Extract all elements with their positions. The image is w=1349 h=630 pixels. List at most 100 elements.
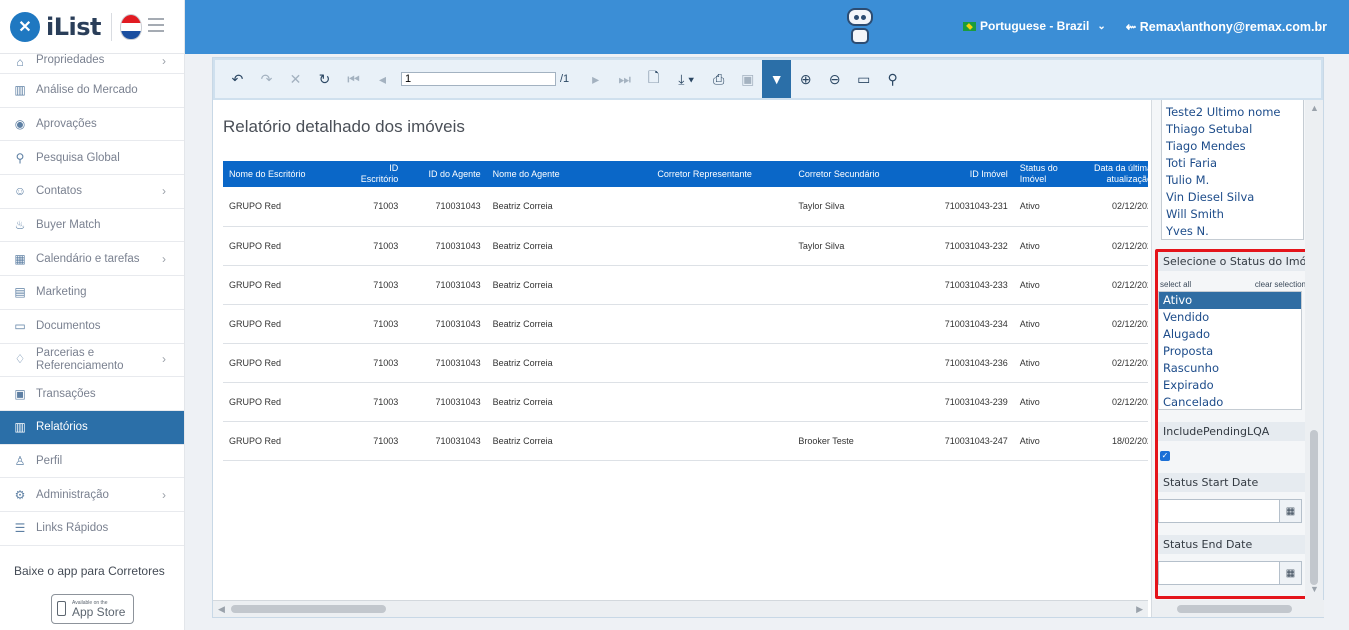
sidebar-item-documentos[interactable]: ▭ Documentos xyxy=(0,310,184,344)
next-page-icon[interactable]: ▸ xyxy=(581,60,610,98)
scroll-thumb[interactable] xyxy=(231,605,386,613)
assistant-robot-icon[interactable] xyxy=(845,8,875,46)
save-icon[interactable]: ▣ xyxy=(733,60,762,98)
select-all-link[interactable]: select all xyxy=(1160,280,1191,289)
table-cell: 71003 xyxy=(344,421,405,461)
scroll-thumb[interactable] xyxy=(1177,605,1292,613)
agent-listbox[interactable]: Teste2 Ultimo nome Thiago Setubal Tiago Me… xyxy=(1161,100,1304,240)
zoom-in-icon[interactable]: ⊕ xyxy=(791,60,820,98)
sidebar-item-analise-do-mercado[interactable]: ▥ Análise do Mercado xyxy=(0,74,184,108)
refresh-icon[interactable]: ↻ xyxy=(310,60,339,98)
table-body: GRUPO Red 71003 710031043 Beatriz Correia Ta… xyxy=(223,187,1148,461)
scroll-down-icon[interactable]: ▼ xyxy=(1310,584,1319,594)
redo-icon[interactable]: ↷ xyxy=(252,60,281,98)
sidebar-item-propriedades[interactable]: ⌂ Propriedades › xyxy=(0,54,184,74)
status-option[interactable]: Cancelado xyxy=(1159,394,1301,411)
agent-option[interactable]: Toti Faria xyxy=(1162,155,1303,172)
table-cell: 71003 xyxy=(344,187,405,227)
export-icon[interactable]: ⤓ ▾ xyxy=(668,60,704,98)
agent-option[interactable]: Tiago Mendes xyxy=(1162,138,1303,155)
sidebar-item-administracao[interactable]: ⚙ Administração › xyxy=(0,478,184,512)
fullscreen-monitor-icon[interactable]: ▭ xyxy=(849,60,878,98)
status-option[interactable]: Proposta xyxy=(1159,343,1301,360)
search-icon[interactable]: ⚲ xyxy=(878,60,907,98)
agent-option[interactable]: Yves N. xyxy=(1162,223,1303,240)
report-horizontal-scrollbar[interactable]: ◀ ▶ xyxy=(213,600,1148,617)
brand-name[interactable]: iList xyxy=(46,13,102,41)
table-cell: 71003 xyxy=(344,265,405,305)
prev-page-icon[interactable]: ◂ xyxy=(368,60,397,98)
sidebar-item-transacoes[interactable]: ▣ Transações xyxy=(0,377,184,411)
status-option[interactable]: Alugado xyxy=(1159,326,1301,343)
appstore-badge[interactable]: Available on the App Store xyxy=(51,593,134,624)
print-icon[interactable]: ⎙ xyxy=(704,60,733,98)
sidebar-item-relatorios[interactable]: ▥ Relatórios xyxy=(0,410,184,445)
table-cell: GRUPO Red xyxy=(223,421,345,461)
start-date-input[interactable]: ▦ xyxy=(1158,499,1302,523)
scroll-up-icon[interactable]: ▲ xyxy=(1310,103,1319,113)
last-page-icon[interactable]: ⏭ xyxy=(610,60,639,98)
scroll-thumb[interactable] xyxy=(1310,430,1318,585)
agent-option[interactable]: Will Smith xyxy=(1162,206,1303,223)
table-cell: Ativo xyxy=(1013,382,1076,422)
sidebar-item-perfil[interactable]: ♙ Perfil xyxy=(0,445,184,479)
scroll-left-icon[interactable]: ◀ xyxy=(218,604,225,615)
zoom-out-icon[interactable]: ⊖ xyxy=(820,60,849,98)
status-option[interactable]: Ativo xyxy=(1159,292,1301,309)
table-cell xyxy=(651,382,793,422)
hamburger-menu-icon[interactable] xyxy=(148,18,164,36)
top-bar: Portuguese - Brazil ⌄ ⇜ Remax\anthony@re… xyxy=(185,0,1349,54)
sidebar-item-marketing[interactable]: ▤ Marketing xyxy=(0,276,184,310)
sidebar-item-pesquisa-global[interactable]: ⚲ Pesquisa Global xyxy=(0,141,184,176)
newspaper-icon: ▤ xyxy=(14,285,26,300)
language-selector[interactable]: Portuguese - Brazil ⌄ xyxy=(963,19,1106,33)
sidebar-item-aprovacoes[interactable]: ◉ Aprovações xyxy=(0,108,184,142)
table-row: GRUPO Red 71003 710031043 Beatriz Correia Ta… xyxy=(223,187,1148,227)
document-map-icon[interactable]: 🗋 xyxy=(639,60,668,98)
sidebar-item-contatos[interactable]: ☺ Contatos › xyxy=(0,175,184,209)
contacts-icon: ☺ xyxy=(13,184,27,199)
table-row: GRUPO Red 71003 710031043 Beatriz Correia 71… xyxy=(223,265,1148,305)
column-header: ID Imóvel xyxy=(915,161,1014,187)
calendar-icon[interactable]: ▦ xyxy=(1279,500,1301,522)
sidebar-item-buyer-match[interactable]: ♨ Buyer Match xyxy=(0,209,184,243)
home-icon: ⌂ xyxy=(16,55,24,69)
ilist-logo-icon[interactable]: ✕ xyxy=(10,11,40,42)
sidebar-item-label: Aprovações xyxy=(36,118,97,131)
table-cell: Taylor Silva xyxy=(792,187,916,227)
undo-icon[interactable]: ↶ xyxy=(223,60,252,98)
sidebar-item-calendario-e-tarefas[interactable]: ▦ Calendário e tarefas › xyxy=(0,242,184,277)
column-header: ID do Agente xyxy=(404,161,487,187)
stop-icon[interactable]: ✕ xyxy=(281,60,310,98)
table-cell: 02/12/202 xyxy=(1075,187,1148,227)
end-date-input[interactable]: ▦ xyxy=(1158,561,1302,585)
table-cell xyxy=(792,343,916,383)
panel-horizontal-scrollbar[interactable] xyxy=(1152,600,1324,617)
status-option[interactable]: Vendido xyxy=(1159,309,1301,326)
status-filter-highlight: Selecione o Status do Imóvel select all … xyxy=(1155,249,1309,599)
sidebar-item-links-rapidos[interactable]: ☰ Links Rápidos xyxy=(0,512,184,546)
status-option[interactable]: Expirado xyxy=(1159,377,1301,394)
table-cell xyxy=(651,304,793,344)
agent-option[interactable]: Tulio M. xyxy=(1162,172,1303,189)
first-page-icon[interactable]: ⏮ xyxy=(339,60,368,98)
clear-selection-link[interactable]: clear selection xyxy=(1255,280,1306,289)
include-pending-checkbox[interactable]: ✓ xyxy=(1160,451,1170,461)
sidebar-item-label: Contatos xyxy=(36,185,83,198)
chevron-right-icon: › xyxy=(162,54,166,68)
agent-option[interactable]: Vin Diesel Silva xyxy=(1162,189,1303,206)
panel-vertical-scrollbar[interactable]: ▲ ▼ xyxy=(1305,100,1323,600)
sidebar-item-parcerias-e-referenciamento[interactable]: ♢ Parcerias e Referenciamento › xyxy=(0,344,184,378)
status-listbox[interactable]: Ativo Vendido Alugado Proposta Rascunho Expir… xyxy=(1158,291,1302,410)
calendar-icon[interactable]: ▦ xyxy=(1279,562,1301,584)
filter-icon[interactable]: ▼ xyxy=(762,60,792,98)
sidebar-item-label: Propriedades xyxy=(36,54,105,66)
scroll-right-icon[interactable]: ▶ xyxy=(1136,604,1143,615)
fire-icon: ♨ xyxy=(14,218,26,233)
agent-option[interactable]: Teste2 Ultimo nome xyxy=(1162,104,1303,121)
agent-option[interactable]: Thiago Setubal xyxy=(1162,121,1303,138)
status-option[interactable]: Rascunho xyxy=(1159,360,1301,377)
table-cell: Beatriz Correia xyxy=(486,304,652,344)
page-number-input[interactable]: 1 xyxy=(401,72,556,86)
user-account-link[interactable]: ⇜ Remax\anthony@remax.com.br xyxy=(1126,19,1327,34)
